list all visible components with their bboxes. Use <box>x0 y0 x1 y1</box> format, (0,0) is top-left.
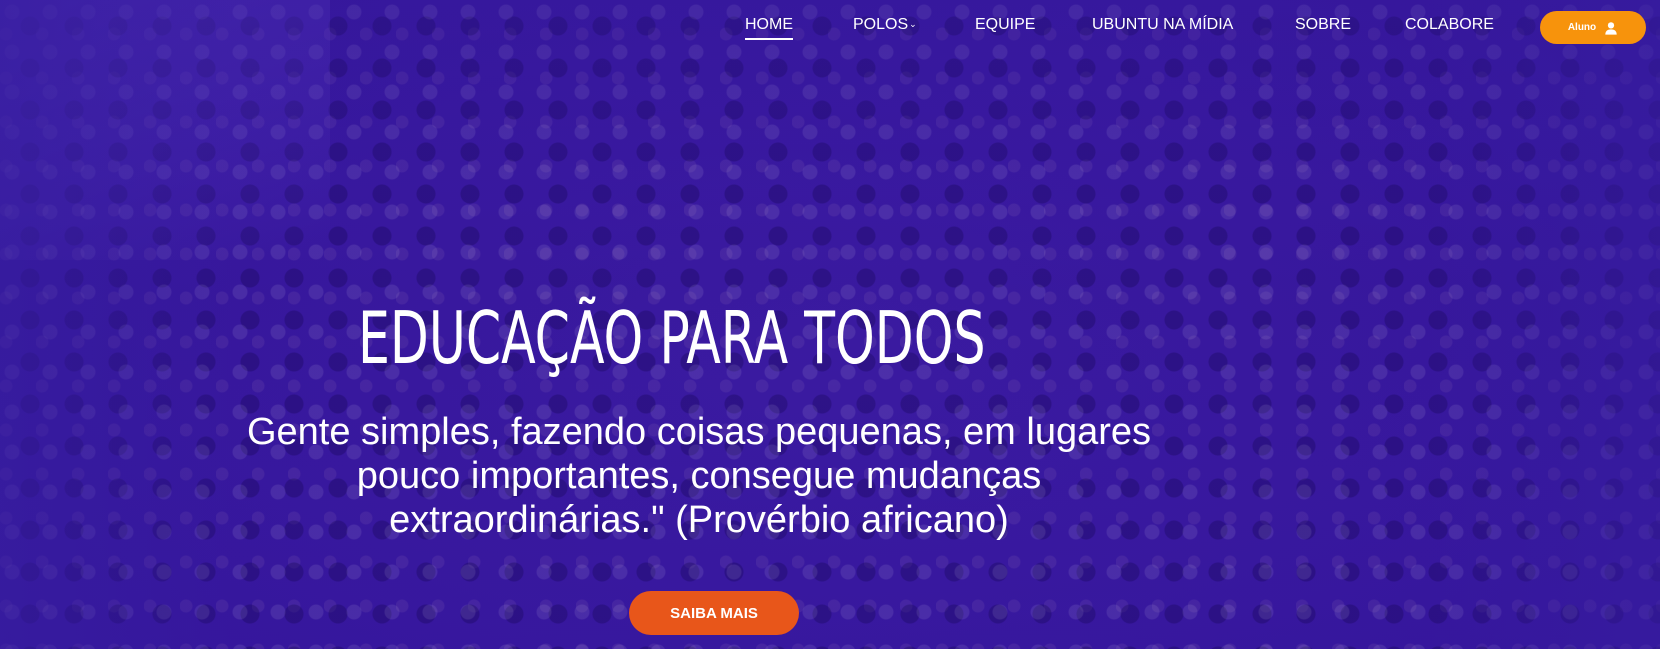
nav-item-equipe[interactable]: EQUIPE <box>975 16 1035 34</box>
nav-item-colabore[interactable]: COLABORE <box>1405 16 1494 34</box>
main-navigation: HOME POLOS⌄ EQUIPE UBUNTU NA MÍDIA SOBRE… <box>0 0 1660 54</box>
hero-title: EDUCAÇÃO PARA TODOS <box>358 296 986 380</box>
login-button-label: Aluno <box>1567 22 1597 33</box>
chevron-down-icon: ⌄ <box>909 19 917 29</box>
saiba-mais-button[interactable]: SAIBA MAIS <box>629 591 799 635</box>
hero-section: HOME POLOS⌄ EQUIPE UBUNTU NA MÍDIA SOBRE… <box>0 0 1660 649</box>
nav-item-label: POLOS <box>853 16 909 33</box>
nav-item-polos[interactable]: POLOS⌄ <box>853 16 917 34</box>
nav-item-home[interactable]: HOME <box>745 16 793 40</box>
nav-item-sobre[interactable]: SOBRE <box>1295 16 1351 34</box>
student-login-button[interactable]: Aluno <box>1540 11 1646 44</box>
user-icon <box>1605 21 1617 35</box>
nav-item-ubuntu-na-midia[interactable]: UBUNTU NA MÍDIA <box>1092 16 1233 34</box>
hero-quote: Gente simples, fazendo coisas pequenas, … <box>246 411 1152 541</box>
